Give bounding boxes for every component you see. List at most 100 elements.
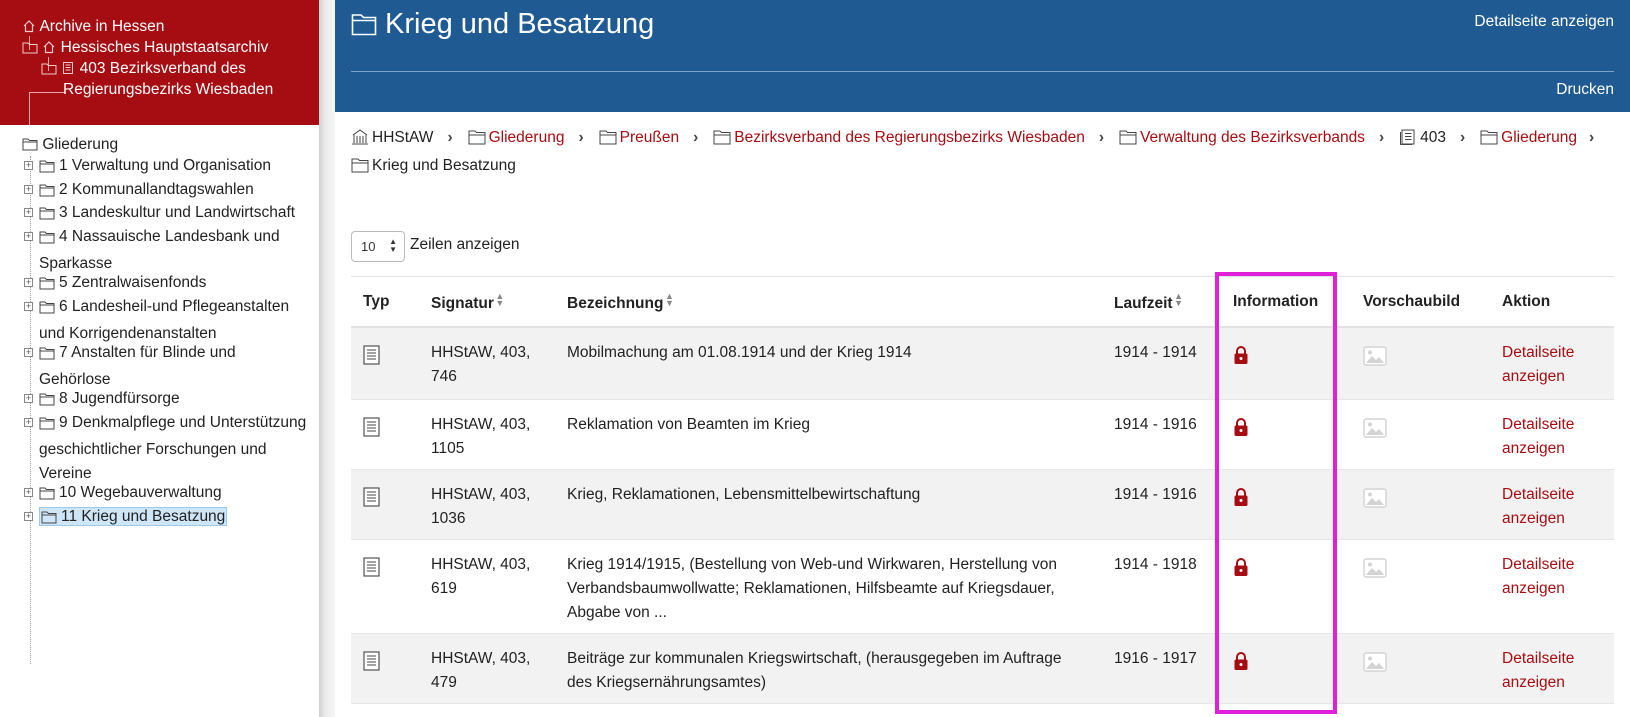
expand-icon[interactable]: + bbox=[24, 208, 33, 217]
tree-item[interactable]: +7 Anstalten für Blinde und Gehörlose bbox=[24, 341, 311, 392]
archive-label: Archive in Hessen bbox=[39, 18, 165, 35]
col-signatur[interactable]: Signatur ▲ ▼ bbox=[431, 292, 505, 313]
detail-link[interactable]: Detailseite anzeigen bbox=[1502, 647, 1612, 695]
tree-item-label: 6 Landesheil-und Pflegeanstalten und Kor… bbox=[39, 298, 290, 342]
tree-root-gliederung[interactable]: Gliederung bbox=[22, 136, 118, 156]
document-icon bbox=[363, 345, 380, 373]
breadcrumb-link[interactable]: Bezirksverband des Regierungsbezirks Wie… bbox=[734, 129, 1085, 146]
header-detail-link[interactable]: Detailseite anzeigen bbox=[1474, 13, 1614, 31]
detail-link-text[interactable]: Detailseite anzeigen bbox=[1502, 650, 1574, 691]
tree-item-content: 8 Jugendfürsorge bbox=[39, 390, 180, 407]
image-placeholder-icon bbox=[1363, 558, 1387, 586]
detail-link-text[interactable]: Detailseite anzeigen bbox=[1502, 486, 1574, 527]
col-bezeichnung[interactable]: Bezeichnung ▲ ▼ bbox=[567, 292, 674, 313]
expand-icon[interactable]: + bbox=[24, 161, 33, 170]
expand-icon[interactable]: + bbox=[24, 394, 33, 403]
detail-link-text[interactable]: Detailseite anzeigen bbox=[1502, 556, 1574, 597]
expand-icon[interactable]: + bbox=[24, 185, 33, 194]
table-row: HHStAW, 403, 1105 Reklamation von Beamten… bbox=[351, 400, 1614, 470]
tree-item[interactable]: +4 Nassauische Landesbank und Sparkasse bbox=[24, 225, 311, 276]
tree-item-label: 8 Jugendfürsorge bbox=[59, 390, 180, 407]
sort-icon[interactable]: ▲ ▼ bbox=[495, 292, 505, 308]
lock-icon[interactable] bbox=[1233, 651, 1249, 679]
expand-icon[interactable]: + bbox=[24, 302, 33, 311]
tree-item-label: 9 Denkmalpflege und Unterstützung geschi… bbox=[39, 414, 307, 482]
tree-item[interactable]: +10 Wegebauverwaltung bbox=[24, 481, 311, 508]
rows-per-page-value: 10 bbox=[361, 239, 376, 254]
bestand-link[interactable]: 403 Bezirksverband des bbox=[41, 60, 246, 80]
tree-item-content: 10 Wegebauverwaltung bbox=[39, 484, 222, 501]
breadcrumb-label: 403 bbox=[1420, 129, 1446, 146]
detail-link[interactable]: Detailseite anzeigen bbox=[1502, 413, 1612, 461]
breadcrumb-link[interactable]: Verwaltung des Bezirksverbands bbox=[1140, 129, 1365, 146]
detail-link-text[interactable]: Detailseite anzeigen bbox=[1502, 344, 1574, 385]
breadcrumb-item[interactable]: Gliederung bbox=[1480, 124, 1577, 152]
tree-item[interactable]: +11 Krieg und Besatzung bbox=[24, 505, 311, 532]
tree-item[interactable]: +9 Denkmalpflege und Unterstützung gesch… bbox=[24, 411, 311, 486]
breadcrumb-item[interactable]: Bezirksverband des Regierungsbezirks Wie… bbox=[713, 124, 1085, 152]
tree-item[interactable]: +8 Jugendfürsorge bbox=[24, 387, 311, 414]
detail-link[interactable]: Detailseite anzeigen bbox=[1502, 341, 1612, 389]
folder-icon bbox=[22, 41, 38, 59]
archive-link[interactable]: Archive in Hessen bbox=[22, 18, 164, 38]
table-body: HHStAW, 403, 746 Mobilmachung am 01.08.19… bbox=[351, 328, 1614, 704]
tree-item-content: 1 Verwaltung und Organisation bbox=[39, 157, 271, 174]
breadcrumb-item[interactable]: Preußen bbox=[599, 124, 679, 152]
tree-item-label: 3 Landeskultur und Landwirtschaft bbox=[59, 204, 296, 221]
hauptstaatsarchiv-link[interactable]: Hessisches Hauptstaatsarchiv bbox=[22, 39, 268, 59]
table-header: Typ Signatur ▲ ▼ Bezeichnung ▲ ▼ Laufzeit ▲ ▼ … bbox=[351, 277, 1614, 328]
col-laufzeit[interactable]: Laufzeit ▲ ▼ bbox=[1114, 292, 1184, 313]
breadcrumb-link[interactable]: Gliederung bbox=[1501, 129, 1577, 146]
tree-item[interactable]: +6 Landesheil-und Pflegeanstalten und Ko… bbox=[24, 295, 311, 346]
breadcrumb-item: 403 bbox=[1399, 124, 1446, 152]
select-arrows-icon: ▲ ▼ bbox=[389, 237, 397, 254]
chevron-right-icon: › bbox=[693, 129, 699, 146]
breadcrumb-item[interactable]: Verwaltung des Bezirksverbands bbox=[1119, 124, 1365, 152]
chevron-right-icon: › bbox=[578, 129, 584, 146]
expand-icon[interactable]: + bbox=[24, 348, 33, 357]
lock-icon[interactable] bbox=[1233, 417, 1249, 445]
cell-signatur: HHStAW, 403, 619 bbox=[431, 556, 531, 597]
expand-icon[interactable]: + bbox=[24, 512, 33, 521]
rows-per-page-select[interactable]: 10 ▲ ▼ bbox=[351, 231, 405, 262]
cell-laufzeit: 1914 - 1916 bbox=[1114, 486, 1197, 503]
cell-signatur: HHStAW, 403, 479 bbox=[431, 650, 531, 691]
folder-icon bbox=[41, 508, 57, 532]
tree-item[interactable]: +1 Verwaltung und Organisation bbox=[24, 154, 311, 181]
lock-icon[interactable] bbox=[1233, 487, 1249, 515]
expand-icon[interactable]: + bbox=[24, 488, 33, 497]
lock-icon[interactable] bbox=[1233, 557, 1249, 585]
cell-bezeichnung: Krieg 1914/1915, (Bestellung von Web-und… bbox=[567, 556, 1057, 621]
folder-icon bbox=[41, 62, 57, 80]
tree-item-label: 11 Krieg und Besatzung bbox=[61, 508, 226, 525]
tree-item-label: 1 Verwaltung und Organisation bbox=[59, 157, 271, 174]
cell-signatur: HHStAW, 403, 1036 bbox=[431, 486, 531, 527]
archive-tree-header: Archive in Hessen Hessisches Hauptstaats… bbox=[0, 0, 319, 125]
header-divider bbox=[351, 71, 1614, 72]
tree-item-content: 6 Landesheil-und Pflegeanstalten und Kor… bbox=[39, 298, 289, 342]
folder-icon bbox=[22, 137, 38, 156]
lock-icon[interactable] bbox=[1233, 345, 1249, 373]
home-icon bbox=[22, 19, 36, 38]
expand-icon[interactable]: + bbox=[24, 232, 33, 241]
print-link[interactable]: Drucken bbox=[1556, 81, 1614, 99]
tree-item[interactable]: +3 Landeskultur und Landwirtschaft bbox=[24, 201, 311, 228]
breadcrumb-item[interactable]: Gliederung bbox=[468, 124, 565, 152]
folder-icon bbox=[39, 344, 55, 368]
cell-bezeichnung: Beiträge zur kommunalen Kriegswirtschaft… bbox=[567, 650, 1062, 691]
sort-icon[interactable]: ▲ ▼ bbox=[664, 292, 674, 308]
sort-icon[interactable]: ▲ ▼ bbox=[1174, 292, 1184, 308]
hauptstaatsarchiv-label: Hessisches Hauptstaatsarchiv bbox=[60, 39, 269, 56]
breadcrumb-link[interactable]: Preußen bbox=[620, 129, 679, 146]
detail-link-text[interactable]: Detailseite anzeigen bbox=[1502, 416, 1574, 457]
detail-link[interactable]: Detailseite anzeigen bbox=[1502, 483, 1612, 531]
folder-icon bbox=[39, 298, 55, 322]
image-placeholder-icon bbox=[1363, 346, 1387, 374]
expand-icon[interactable]: + bbox=[24, 418, 33, 427]
col-bezeichnung-label: Bezeichnung bbox=[567, 295, 664, 312]
expand-icon[interactable]: + bbox=[24, 278, 33, 287]
table-row: HHStAW, 403, 619 Krieg 1914/1915, (Bestel… bbox=[351, 540, 1614, 634]
tree-item[interactable]: +5 Zentralwaisenfonds bbox=[24, 271, 311, 298]
detail-link[interactable]: Detailseite anzeigen bbox=[1502, 553, 1612, 601]
breadcrumb-link[interactable]: Gliederung bbox=[489, 129, 565, 146]
